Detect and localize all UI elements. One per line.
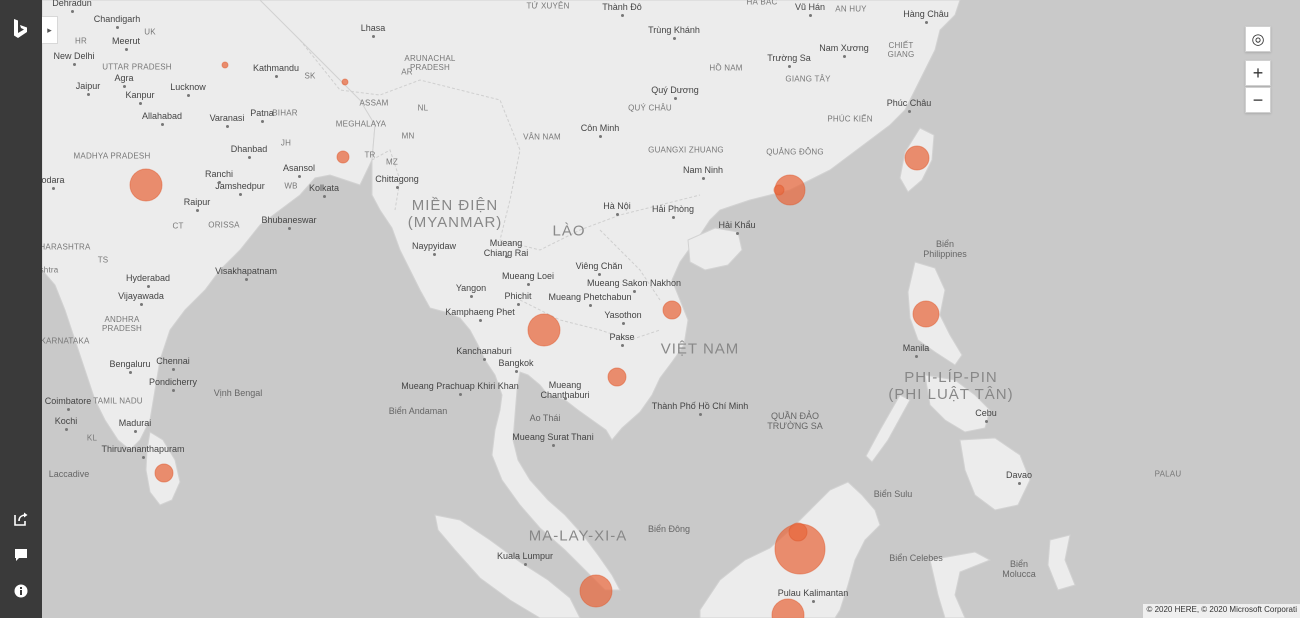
locate-icon: ◎ xyxy=(1251,31,1265,48)
map-app: ▸ MIỀN ĐIỆN (MYANMAR) LÀO VIỆT NAM MA-LA… xyxy=(0,0,1300,618)
map-canvas[interactable] xyxy=(42,0,1300,618)
share-button[interactable] xyxy=(8,506,34,532)
feedback-button[interactable] xyxy=(8,542,34,568)
zoom-in-button[interactable]: + xyxy=(1245,60,1271,86)
bubble-thailand[interactable] xyxy=(527,313,561,347)
info-button[interactable] xyxy=(8,578,34,604)
bubble-central-vietnam[interactable] xyxy=(662,300,682,320)
share-icon xyxy=(14,512,28,526)
info-icon xyxy=(14,584,28,598)
zoom-out-button[interactable]: − xyxy=(1245,87,1271,113)
minus-icon: − xyxy=(1252,89,1264,110)
bing-logo[interactable] xyxy=(8,16,34,42)
chevron-right-icon: ▸ xyxy=(47,24,52,35)
bubble-borneo-inner[interactable] xyxy=(788,522,808,542)
expand-panel-button[interactable]: ▸ xyxy=(42,16,58,44)
bubble-taiwan[interactable] xyxy=(904,145,930,171)
copyright-notice: © 2020 HERE, © 2020 Microsoft Corporati xyxy=(1143,604,1300,618)
chat-icon xyxy=(15,549,27,561)
locate-me-button[interactable]: ◎ xyxy=(1245,26,1271,52)
bubble-guangdong-inner[interactable] xyxy=(773,184,785,196)
bubble-luzon[interactable] xyxy=(912,300,940,328)
bubble-kathmandu-w[interactable] xyxy=(221,61,229,69)
bubble-bangladesh[interactable] xyxy=(336,150,350,164)
bubble-madhya-pradesh[interactable] xyxy=(129,168,163,202)
sidebar xyxy=(0,0,42,618)
bubble-cambodia[interactable] xyxy=(607,367,627,387)
plus-icon: + xyxy=(1252,62,1264,83)
bing-logo-icon xyxy=(14,19,27,38)
bubble-sumatra[interactable] xyxy=(579,574,613,608)
bubble-tibet[interactable] xyxy=(341,78,349,86)
bubble-sri-lanka[interactable] xyxy=(154,463,174,483)
